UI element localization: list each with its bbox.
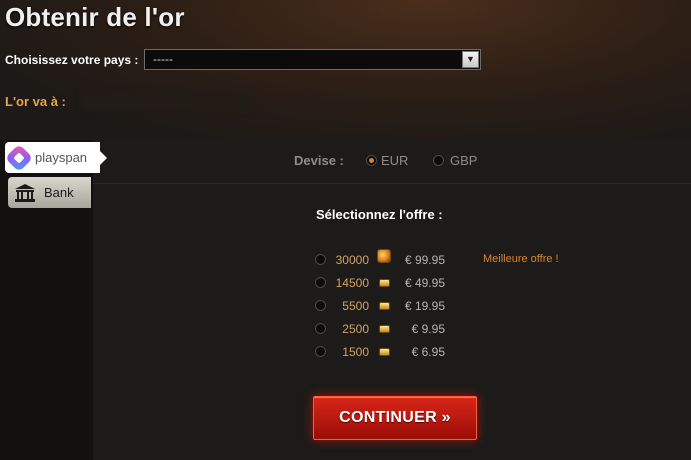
offer-row[interactable]: 1500 € 6.95: [0, 345, 691, 363]
gold-coin-icon: [379, 302, 390, 310]
gold-coin-icon: [379, 279, 390, 287]
country-select-value: -----: [153, 52, 173, 66]
offer-radio[interactable]: [315, 300, 326, 311]
country-select[interactable]: ----- ▼: [144, 49, 481, 70]
gold-recipient-value: [82, 92, 252, 110]
tab-bank[interactable]: Bank: [8, 177, 91, 208]
offer-amount: 30000: [335, 253, 369, 267]
offer-price: € 99.95: [404, 253, 445, 267]
currency-label-gbp: GBP: [450, 153, 478, 168]
tab-bank-label: Bank: [44, 185, 74, 200]
offer-amount: 1500: [342, 345, 369, 359]
offer-row[interactable]: 2500 € 9.95: [0, 322, 691, 340]
offer-amount: 5500: [342, 299, 369, 313]
gold-coin-icon: [379, 325, 390, 333]
offer-amount: 14500: [335, 276, 369, 290]
country-label: Choisissez votre pays :: [5, 53, 139, 67]
gold-coin-icon: [379, 348, 390, 356]
tab-playspan-label: playspan: [35, 150, 88, 165]
offer-radio[interactable]: [315, 346, 326, 357]
continue-button[interactable]: CONTINUER »: [313, 396, 477, 440]
tab-playspan[interactable]: playspan: [4, 142, 107, 173]
offer-price: € 6.95: [411, 345, 445, 359]
currency-label-eur: EUR: [381, 153, 409, 168]
page-title: Obtenir de l'or: [5, 2, 185, 32]
offer-row[interactable]: 14500 € 49.95: [0, 276, 691, 294]
offer-amount: 2500: [342, 322, 369, 336]
chevron-down-icon[interactable]: ▼: [462, 51, 479, 68]
divider: [93, 183, 691, 184]
offer-price: € 9.95: [411, 322, 445, 336]
offer-radio[interactable]: [315, 254, 326, 265]
gold-recipient-label: L'or va à :: [5, 94, 66, 109]
offer-row[interactable]: 5500 € 19.95: [0, 299, 691, 317]
currency-radio-gbp[interactable]: [433, 155, 444, 166]
offer-price: € 49.95: [404, 276, 445, 290]
offer-row[interactable]: 30000 € 99.95 Meilleure offre !: [0, 249, 691, 271]
currency-radio-eur[interactable]: [366, 155, 377, 166]
playspan-logo-icon: [4, 143, 34, 172]
bank-icon: [15, 183, 35, 202]
best-offer-badge: Meilleure offre !: [483, 253, 559, 265]
offer-title: Sélectionnez l'offre :: [316, 207, 443, 222]
offer-price: € 19.95: [404, 299, 445, 313]
offer-radio[interactable]: [315, 323, 326, 334]
currency-label: Devise :: [294, 153, 344, 168]
gold-stack-icon: [377, 249, 391, 263]
offer-radio[interactable]: [315, 277, 326, 288]
